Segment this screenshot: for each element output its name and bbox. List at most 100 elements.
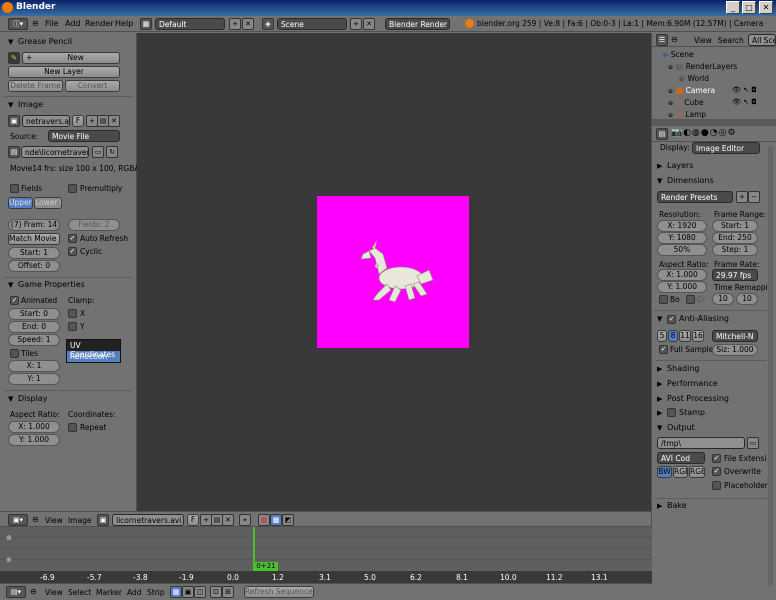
image-datablock-field[interactable]: licornetravers.avi	[112, 514, 184, 526]
frames-field[interactable]: (7) Fram: 14	[8, 219, 60, 231]
color-bw-button[interactable]: BW	[657, 466, 672, 478]
upper-field-button[interactable]: Upper F	[8, 197, 33, 209]
outliner-view-menu[interactable]: View	[694, 36, 712, 45]
frame-start-field[interactable]: Start: 1	[712, 220, 758, 232]
pin-icon[interactable]: ⌖	[239, 514, 251, 526]
color-rgb-button[interactable]: RGB	[673, 466, 688, 478]
image-editor-type-icon[interactable]: ▣▾	[8, 514, 28, 526]
resolution-y-field[interactable]: Y: 1080	[657, 232, 707, 244]
add-scene-icon[interactable]: +	[350, 18, 362, 30]
seq-strip-menu[interactable]: Strip	[147, 588, 165, 597]
anim-speed-field[interactable]: Speed: 1	[8, 334, 60, 346]
border-checkbox[interactable]	[659, 295, 668, 304]
maximize-button[interactable]: □	[742, 1, 756, 14]
anim-start-field[interactable]: Start: 0	[8, 308, 60, 320]
image-header[interactable]: Image	[18, 100, 43, 109]
file-extension-checkbox[interactable]: ✓	[712, 454, 721, 463]
crop-checkbox[interactable]	[686, 295, 695, 304]
seq-lock-icon[interactable]: ⊞	[222, 586, 234, 598]
zbuffer-icon[interactable]: ◩	[282, 514, 294, 526]
outliner-item-lamp[interactable]: ⊕ ☼ Lamp	[668, 110, 706, 119]
properties-scrollbar[interactable]	[768, 146, 773, 586]
image-fake-user-button[interactable]: F	[72, 115, 84, 127]
filter-size-field[interactable]: Siz: 1.000	[712, 344, 758, 356]
aa-samples-5-button[interactable]: 5	[657, 330, 667, 342]
frame-end-field[interactable]: End: 250	[712, 232, 758, 244]
image-browse-icon[interactable]: ▣	[8, 115, 20, 127]
resolution-percent-field[interactable]: 50%	[657, 244, 707, 256]
dimensions-header[interactable]: Dimensions	[667, 176, 714, 185]
tiles-x-field[interactable]: X: 1	[8, 360, 60, 372]
remove-preset-icon[interactable]: −	[748, 191, 760, 203]
expand-shading-icon[interactable]: ▶	[657, 365, 662, 373]
scene-icon[interactable]: ◈	[262, 18, 274, 30]
display-header[interactable]: Display	[18, 394, 48, 403]
display-aspect-y-field[interactable]: Y: 1.000	[8, 434, 60, 446]
aa-samples-11-button[interactable]: 11	[679, 330, 691, 342]
header-unlink-icon[interactable]: ✕	[222, 514, 234, 526]
anti-aliasing-header[interactable]: Anti-Aliasing	[679, 314, 729, 323]
menu-render[interactable]: Render	[85, 19, 113, 28]
clamp-y-checkbox[interactable]	[68, 322, 77, 331]
placeholders-checkbox[interactable]	[712, 481, 721, 490]
post-processing-header[interactable]: Post Processing	[667, 394, 729, 403]
collapse-display-icon[interactable]: ▼	[8, 395, 13, 403]
anim-end-field[interactable]: End: 0	[8, 321, 60, 333]
outliner-item-scene[interactable]: ◈ Scene	[662, 50, 694, 59]
add-preset-icon[interactable]: +	[736, 191, 748, 203]
visibility-icon[interactable]: 👁 ↖ ◘	[732, 86, 757, 94]
performance-header[interactable]: Performance	[667, 379, 718, 388]
pencil-icon[interactable]: ✎	[8, 52, 20, 64]
color-rgba-button[interactable]: RGB	[689, 466, 705, 478]
animated-checkbox[interactable]: ✓	[10, 296, 19, 305]
header-fake-user-button[interactable]: F	[187, 514, 199, 526]
outliner-search-menu[interactable]: Search	[718, 36, 744, 45]
outliner-item-renderlayers[interactable]: ⊕ ▤ RenderLayers	[668, 62, 737, 71]
properties-type-icon[interactable]: ▤	[656, 128, 668, 140]
collapse-game-icon[interactable]: ▼	[8, 281, 13, 289]
source-select[interactable]: Movie File	[48, 130, 120, 142]
fields-count-field[interactable]: Fields: 2	[68, 219, 120, 231]
remove-layout-icon[interactable]: ✕	[242, 18, 254, 30]
render-presets-select[interactable]: Render Presets	[657, 191, 733, 203]
offset-field[interactable]: Offset: 0	[8, 260, 60, 272]
menu-add[interactable]: Add	[65, 19, 81, 28]
collapse-grease-icon[interactable]: ▼	[8, 38, 13, 46]
anti-aliasing-checkbox[interactable]: ✓	[667, 315, 676, 324]
sequencer-type-icon[interactable]: ▤▾	[6, 586, 26, 598]
tiles-y-field[interactable]: Y: 1	[8, 373, 60, 385]
match-movie-length-button[interactable]: Match Movie Len	[8, 233, 60, 245]
editor-type-icon[interactable]: ⓘ▾	[8, 18, 28, 30]
seq-preview-icon[interactable]: ▣	[182, 586, 194, 598]
seq-select-menu[interactable]: Select	[68, 588, 91, 597]
premultiply-checkbox[interactable]	[68, 184, 77, 193]
delete-frame-button[interactable]: Delete Frame	[8, 80, 63, 92]
collapse-menu-icon[interactable]: ⊖	[30, 587, 37, 596]
expand-layers-icon[interactable]: ▶	[657, 162, 662, 170]
output-path-field[interactable]: /tmp\	[657, 437, 745, 449]
seq-split-icon[interactable]: ◫	[194, 586, 206, 598]
browse-folder-icon[interactable]: ▭	[92, 146, 104, 158]
expand-performance-icon[interactable]: ▶	[657, 380, 662, 388]
grease-new-button[interactable]: + New	[22, 52, 120, 64]
sequencer-zoom-icon[interactable]: ⊕	[6, 534, 12, 542]
aa-samples-16-button[interactable]: 16	[692, 330, 704, 342]
time-remap-old-field[interactable]: 10	[712, 293, 734, 305]
clamp-x-checkbox[interactable]	[68, 309, 77, 318]
frame-rate-select[interactable]: 29.97 fps	[712, 269, 758, 281]
seq-view-menu[interactable]: View	[45, 588, 63, 597]
cyclic-checkbox[interactable]: ✓	[68, 247, 77, 256]
image-editor-viewport[interactable]	[137, 33, 652, 511]
collapse-menu-icon[interactable]: ⊖	[32, 515, 39, 524]
output-header[interactable]: Output	[667, 423, 695, 432]
start-frame-field[interactable]: Start: 1	[8, 247, 60, 259]
minimize-button[interactable]: _	[726, 1, 740, 14]
visibility-icon[interactable]: 👁 ↖ ◘	[732, 98, 757, 106]
expand-post-icon[interactable]: ▶	[657, 395, 662, 403]
collapse-output-icon[interactable]: ▼	[657, 424, 662, 432]
lower-field-button[interactable]: Lower Fi	[34, 197, 62, 209]
screen-layout-icon[interactable]: ▦	[140, 18, 152, 30]
menu-help[interactable]: Help	[115, 19, 133, 28]
layers-header[interactable]: Layers	[667, 161, 693, 170]
stamp-header[interactable]: Stamp	[679, 408, 705, 417]
